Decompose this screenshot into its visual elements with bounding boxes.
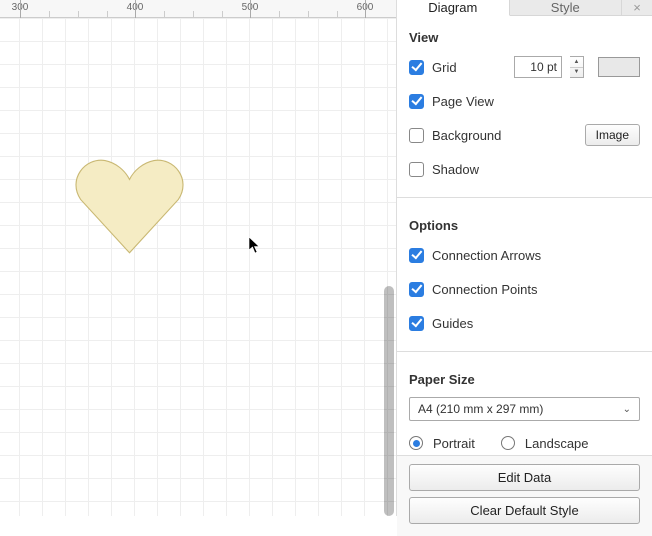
close-icon[interactable]: ×	[622, 0, 652, 15]
grid-label: Grid	[432, 60, 457, 75]
background-checkbox[interactable]	[409, 128, 424, 143]
vertical-scrollbar-thumb[interactable]	[384, 286, 394, 516]
divider	[397, 197, 652, 198]
background-label: Background	[432, 128, 501, 143]
paper-size-select[interactable]: A4 (210 mm x 297 mm) ⌄	[409, 397, 640, 421]
divider	[397, 351, 652, 352]
shadow-label: Shadow	[432, 162, 479, 177]
connection-points-checkbox[interactable]	[409, 282, 424, 297]
grid-checkbox[interactable]	[409, 60, 424, 75]
paper-size-value: A4 (210 mm x 297 mm)	[418, 402, 543, 416]
page-view-label: Page View	[432, 94, 494, 109]
page-view-checkbox[interactable]	[409, 94, 424, 109]
connection-arrows-checkbox[interactable]	[409, 248, 424, 263]
canvas-area[interactable]: 300 400 500 600	[0, 0, 396, 516]
chevron-up-icon[interactable]: ▲	[570, 57, 583, 68]
chevron-down-icon[interactable]: ▼	[570, 68, 583, 78]
portrait-radio[interactable]	[409, 436, 423, 450]
cursor-icon	[248, 236, 262, 254]
guides-checkbox[interactable]	[409, 316, 424, 331]
connection-points-label: Connection Points	[432, 282, 538, 297]
connection-arrows-label: Connection Arrows	[432, 248, 541, 263]
section-title-view: View	[409, 30, 640, 45]
clear-default-style-button[interactable]: Clear Default Style	[409, 497, 640, 524]
section-title-options: Options	[409, 218, 640, 233]
panel-tabs: Diagram Style ×	[397, 0, 652, 16]
heart-shape[interactable]	[72, 155, 187, 255]
landscape-radio[interactable]	[501, 436, 515, 450]
grid-size-input[interactable]: 10 pt	[514, 56, 562, 78]
landscape-label: Landscape	[525, 436, 589, 451]
grid-color-swatch[interactable]	[598, 57, 640, 77]
grid-size-stepper[interactable]: ▲ ▼	[570, 56, 584, 78]
portrait-label: Portrait	[433, 436, 475, 451]
edit-data-button[interactable]: Edit Data	[409, 464, 640, 491]
ruler-horizontal: 300 400 500 600	[0, 0, 396, 18]
section-title-paper-size: Paper Size	[409, 372, 640, 387]
background-image-button[interactable]: Image	[585, 124, 640, 146]
tab-diagram[interactable]: Diagram	[397, 0, 510, 16]
shadow-checkbox[interactable]	[409, 162, 424, 177]
tab-style[interactable]: Style	[510, 0, 623, 15]
canvas-grid[interactable]	[0, 18, 396, 516]
format-panel: Diagram Style × View Grid 10 pt ▲ ▼ Page…	[396, 0, 652, 516]
chevron-down-icon: ⌄	[623, 404, 631, 415]
guides-label: Guides	[432, 316, 473, 331]
